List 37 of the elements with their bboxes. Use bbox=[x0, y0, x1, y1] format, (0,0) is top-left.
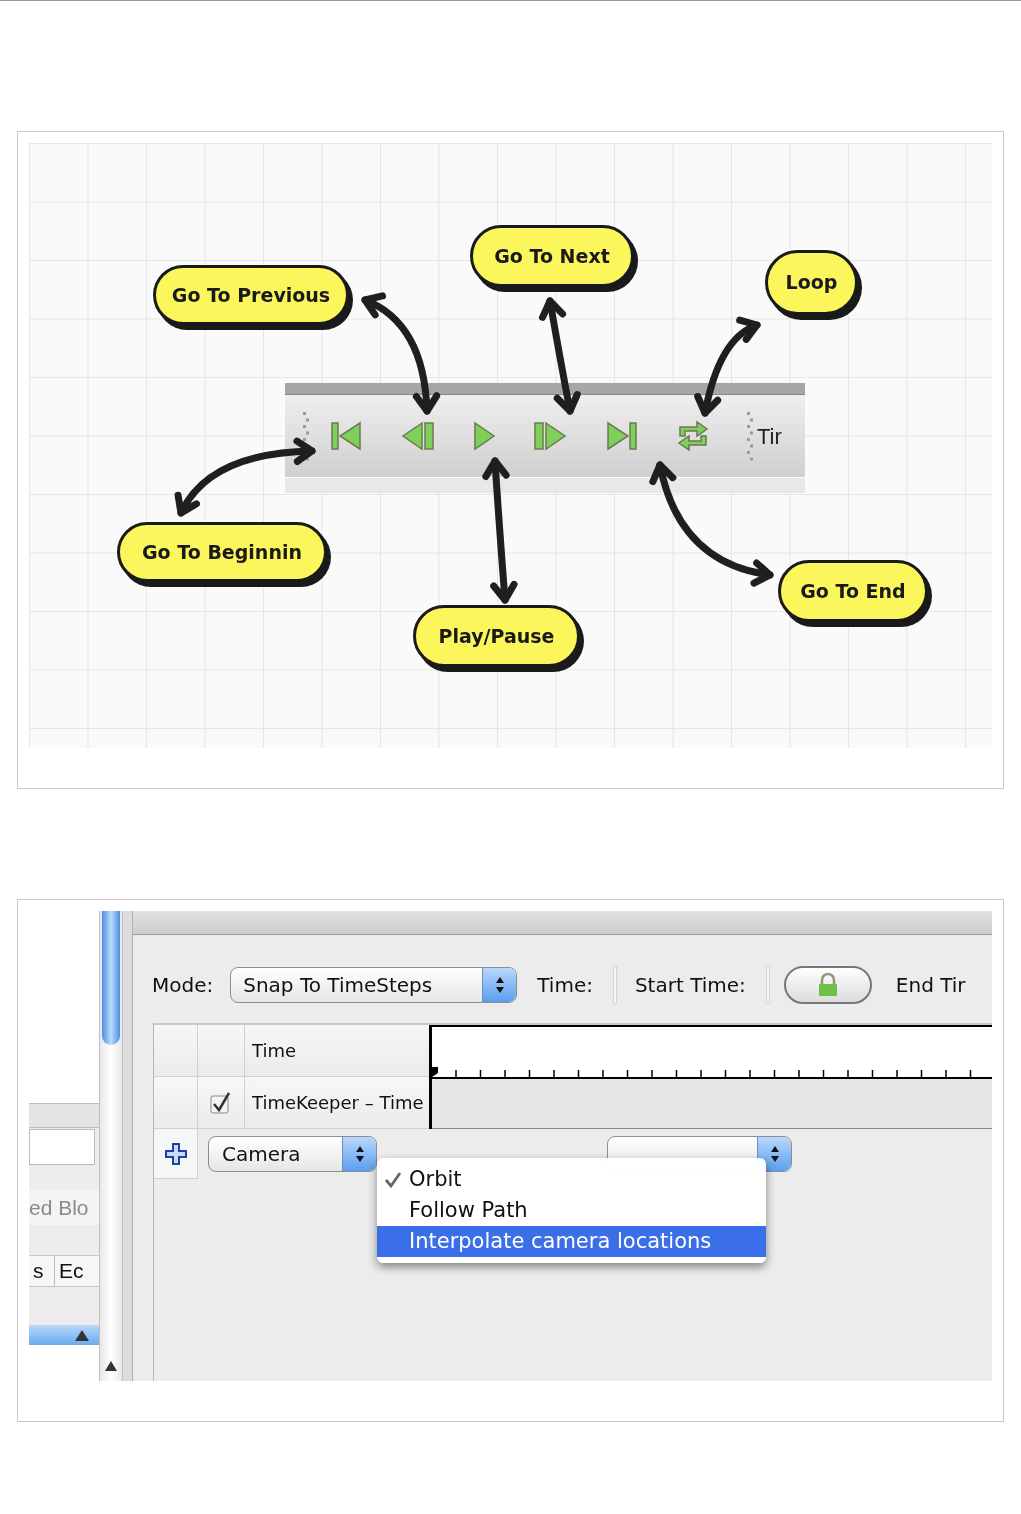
track-label: TimeKeeper – Time bbox=[252, 1091, 424, 1115]
sidebar-label: ed Blo bbox=[29, 1194, 89, 1221]
scrollbar[interactable] bbox=[99, 911, 123, 1381]
select-stepper-icon bbox=[757, 1137, 791, 1171]
skip-forward-icon[interactable] bbox=[605, 421, 639, 451]
grip-icon bbox=[303, 411, 309, 461]
grip-icon bbox=[747, 411, 753, 461]
menu-item[interactable]: Follow Path bbox=[377, 1195, 766, 1226]
step-back-icon[interactable] bbox=[401, 421, 435, 451]
start-time-label: Start Time: bbox=[634, 972, 746, 999]
toolbar-label: Tir bbox=[757, 422, 782, 451]
checkbox[interactable] bbox=[210, 1091, 232, 1114]
play-icon[interactable] bbox=[473, 421, 495, 451]
step-forward-icon[interactable] bbox=[533, 421, 567, 451]
menu-item[interactable]: Interpolate camera locations bbox=[377, 1226, 766, 1257]
mode-select[interactable]: Snap To TimeSteps bbox=[230, 967, 518, 1003]
end-time-label: End Tir bbox=[895, 972, 966, 999]
loop-icon[interactable] bbox=[677, 418, 709, 454]
column-header-bar[interactable] bbox=[29, 1325, 99, 1345]
select-stepper-icon bbox=[482, 968, 517, 1002]
plus-icon bbox=[163, 1141, 188, 1166]
add-button[interactable] bbox=[154, 1129, 198, 1179]
scroll-up-icon[interactable] bbox=[105, 1361, 117, 1371]
scroll-thumb[interactable] bbox=[102, 911, 120, 1045]
skip-back-icon[interactable] bbox=[329, 421, 363, 451]
select-stepper-icon bbox=[342, 1137, 376, 1171]
checkmark-icon bbox=[384, 1170, 402, 1189]
time-label: Time: bbox=[537, 972, 593, 999]
mode-label: Mode: bbox=[152, 972, 214, 999]
sort-icon bbox=[75, 1329, 89, 1341]
column-header[interactable]: Ec bbox=[55, 1256, 88, 1286]
track-label: Time bbox=[252, 1039, 297, 1063]
text-field[interactable] bbox=[29, 1129, 95, 1165]
lock-button[interactable] bbox=[783, 966, 872, 1004]
camera-select[interactable]: Camera bbox=[208, 1136, 377, 1172]
column-header[interactable]: s bbox=[29, 1256, 55, 1286]
menu-item[interactable]: Orbit bbox=[377, 1164, 766, 1195]
